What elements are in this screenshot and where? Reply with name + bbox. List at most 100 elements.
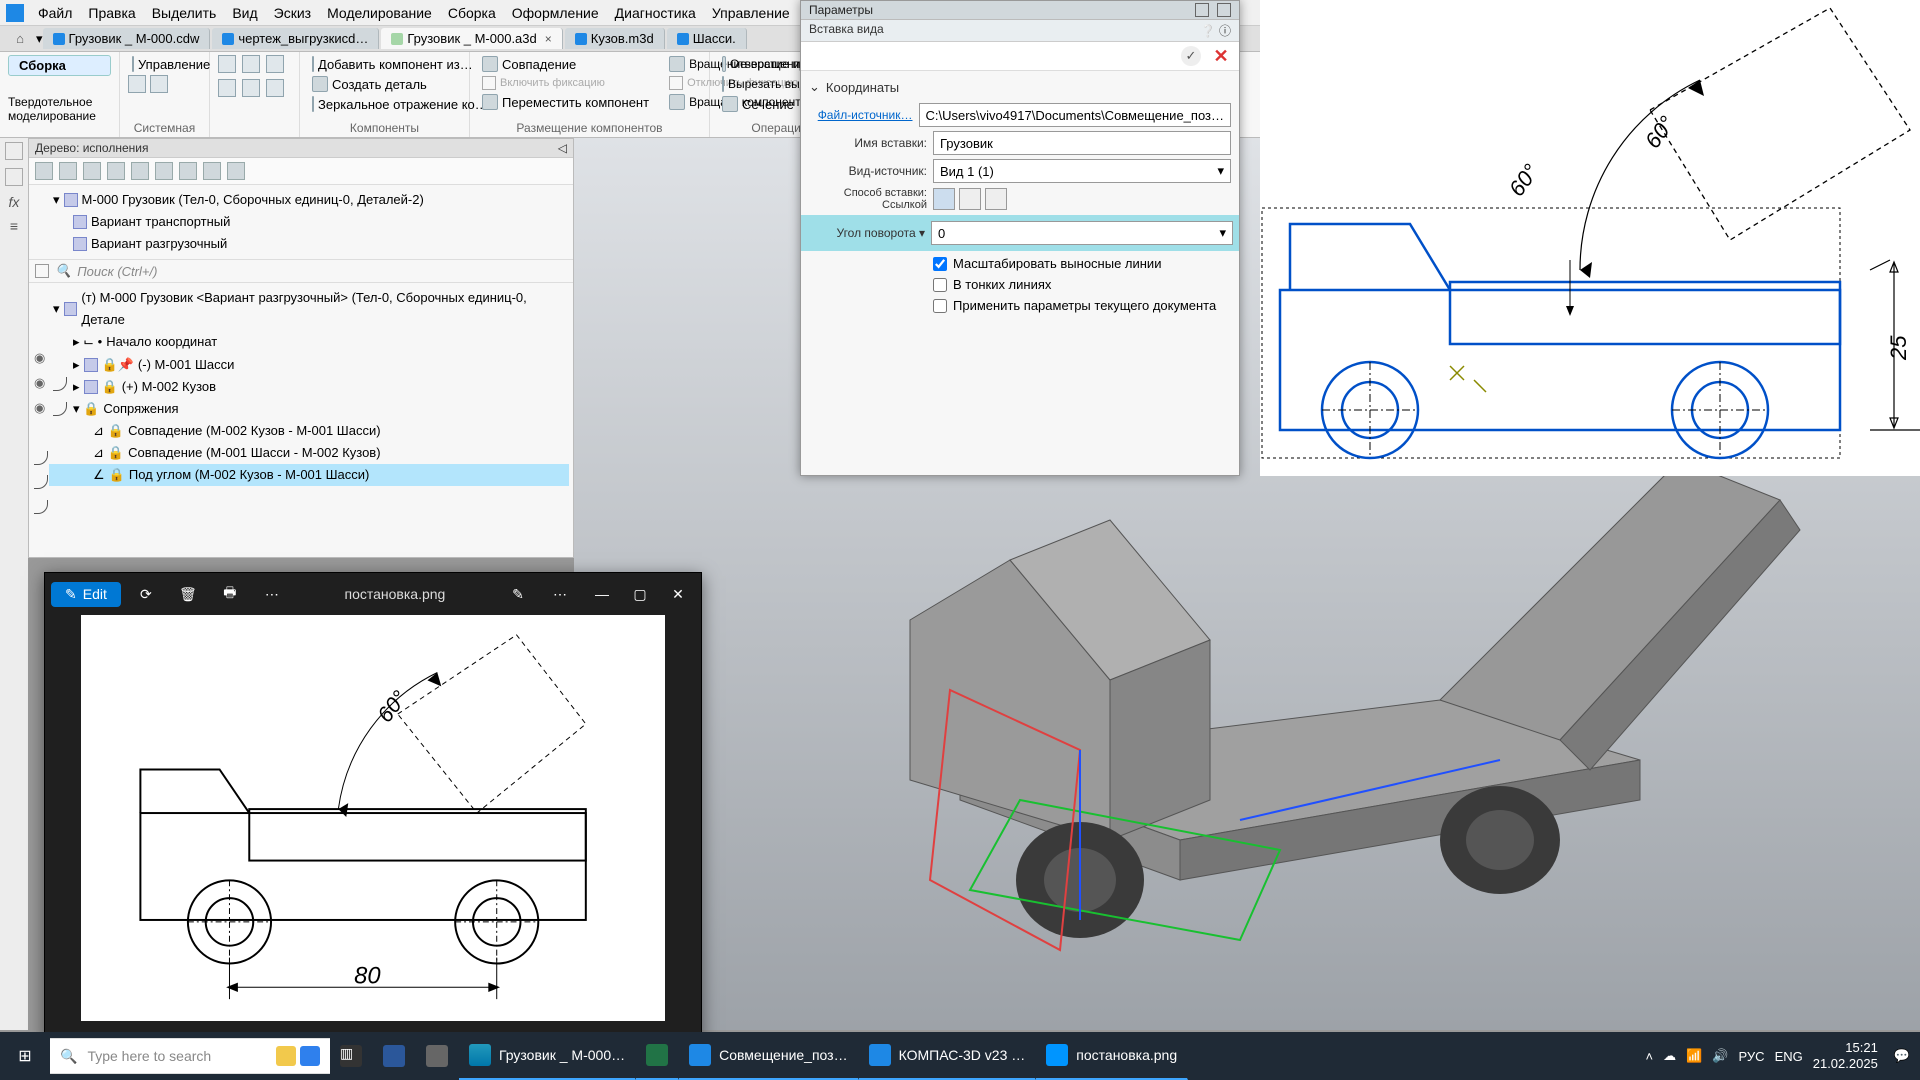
show-icon-1[interactable]: ◉ <box>34 375 67 391</box>
tree-tool-1[interactable] <box>35 162 53 180</box>
maximize-icon[interactable]: ▢ <box>623 586 657 603</box>
menu-sketch[interactable]: Эскиз <box>266 3 319 23</box>
params-gear-icon[interactable] <box>1195 3 1209 17</box>
excel-button[interactable] <box>636 1032 679 1080</box>
mate-3[interactable]: ∠🔒 Под углом (М-002 Кузов - М-001 Шасси) <box>49 464 569 486</box>
kompas-button-1[interactable]: Совмещение_поз… <box>679 1032 859 1080</box>
comp-icon-6[interactable] <box>266 79 284 97</box>
doc-tab-0[interactable]: Грузовик _ М-000.cdw <box>43 28 211 49</box>
tree-tool-5[interactable] <box>131 162 149 180</box>
menu-modeling[interactable]: Моделирование <box>319 3 440 23</box>
mirror-button[interactable]: Зеркальное отражение ко… <box>308 95 461 113</box>
help-icon[interactable]: ❔ <box>1201 24 1216 38</box>
part-1-node[interactable]: ▸ 🔒📌(-) М-001 Шасси <box>49 354 569 376</box>
tray-cloud-icon[interactable]: ☁ <box>1663 1048 1676 1064</box>
tree-tool-9[interactable] <box>227 162 245 180</box>
tray-volume-icon[interactable]: 🔊 <box>1712 1048 1728 1064</box>
taskbar-search[interactable]: 🔍 Type here to search <box>50 1038 330 1074</box>
rotate-icon[interactable]: ⟳ <box>129 577 163 611</box>
comp-icon-5[interactable] <box>242 79 260 97</box>
tree-tool-8[interactable] <box>203 162 221 180</box>
mate-1[interactable]: ⊿🔒 Совпадение (М-002 Кузов - М-001 Шасси… <box>49 420 569 442</box>
tree-variant-2[interactable]: Вариант разгрузочный <box>49 233 569 255</box>
comp-icon-3[interactable] <box>266 55 284 73</box>
rot-field[interactable]: 0▾ <box>931 221 1233 245</box>
doc-tab-4[interactable]: Шасси. <box>667 28 747 49</box>
tree-root[interactable]: ▾ М-000 Грузовик (Тел-0, Сборочных едини… <box>49 189 569 211</box>
add-component-button[interactable]: Добавить компонент из… <box>308 55 461 73</box>
edge-button[interactable]: Грузовик _ М-000… <box>459 1032 636 1080</box>
task-view-button[interactable]: ▥ <box>330 1032 373 1080</box>
move-button[interactable]: Переместить компонент <box>478 93 653 111</box>
rel-e-1[interactable] <box>34 449 67 465</box>
eye-icon[interactable]: ◉ <box>34 350 67 366</box>
start-button[interactable]: ⊞ <box>0 1046 50 1066</box>
kompas-button-2[interactable]: КОМПАС-3D v23 … <box>859 1032 1037 1080</box>
ribbon-tab-assembly[interactable]: Сборка <box>8 55 111 76</box>
fx-icon[interactable]: fx <box>9 194 20 210</box>
home-button[interactable]: ⌂ <box>10 29 30 49</box>
file-src-field[interactable]: C:\Users\vivo4917\Documents\Совмещение_п… <box>919 103 1232 127</box>
rel-e-3[interactable] <box>34 498 67 514</box>
tree-tool-6[interactable] <box>155 162 173 180</box>
cb-thin-lines[interactable] <box>933 278 947 292</box>
tree-tool-3[interactable] <box>83 162 101 180</box>
tray-wifi-icon[interactable]: 📶 <box>1686 1048 1702 1064</box>
mates-node[interactable]: ▾ 🔒Сопряжения <box>49 398 569 420</box>
settings-button[interactable] <box>416 1032 459 1080</box>
menu-edit[interactable]: Правка <box>80 3 143 23</box>
sys-icon-2[interactable] <box>150 75 168 93</box>
cancel-button[interactable]: ✕ <box>1211 46 1231 66</box>
srcview-select[interactable]: Вид 1 (1)▾ <box>933 159 1231 183</box>
sys-icon-1[interactable] <box>128 75 146 93</box>
tree-tool-4[interactable] <box>107 162 125 180</box>
ins-name-field[interactable]: Грузовик <box>933 131 1231 155</box>
more-icon-2[interactable]: ⋯ <box>543 577 577 611</box>
edit-button[interactable]: ✎Edit <box>51 582 121 607</box>
show-icon-2[interactable]: ◉ <box>34 400 67 416</box>
part-2-node[interactable]: ▸ 🔒(+) М-002 Кузов <box>49 376 569 398</box>
doc-tab-2[interactable]: Грузовик _ М-000.a3d× <box>381 28 562 49</box>
photos-button[interactable]: постановка.png <box>1036 1032 1188 1080</box>
file-src-label[interactable]: Файл-источник… <box>809 108 913 122</box>
word-button[interactable] <box>373 1032 416 1080</box>
tree-variant-1[interactable]: Вариант транспортный <box>49 211 569 233</box>
clock[interactable]: 15:2121.02.2025 <box>1813 1040 1884 1071</box>
info-icon[interactable]: ⓘ <box>1219 24 1231 38</box>
ins-mode-2[interactable] <box>959 188 981 210</box>
manage-button[interactable]: Управление <box>128 55 201 73</box>
minimize-icon[interactable]: — <box>585 586 619 603</box>
cb-apply-doc-params[interactable] <box>933 299 947 313</box>
tree-search[interactable]: 🔍 Поиск (Ctrl+/) <box>29 259 573 283</box>
mate-2[interactable]: ⊿🔒 Совпадение (М-001 Шасси - М-002 Кузов… <box>49 442 569 464</box>
menu-assembly[interactable]: Сборка <box>440 3 504 23</box>
tree-tool-2[interactable] <box>59 162 77 180</box>
menu-view[interactable]: Вид <box>224 3 265 23</box>
coincidence-button[interactable]: Совпадение <box>478 55 653 73</box>
menu-diagnostics[interactable]: Диагностика <box>607 3 704 23</box>
menu-file[interactable]: Файл <box>30 3 80 23</box>
tree-collapse-icon[interactable]: ◁ <box>558 141 567 155</box>
tray-lang-1[interactable]: РУС <box>1739 1049 1765 1064</box>
incl-fix-button[interactable]: Включить фиксацию <box>478 75 653 91</box>
close-tab-icon[interactable]: × <box>545 32 552 46</box>
comp-icon-1[interactable] <box>218 55 236 73</box>
edit-small-icon[interactable]: ✎ <box>501 577 535 611</box>
tree-tool-7[interactable] <box>179 162 197 180</box>
cb-scale-lines[interactable] <box>933 257 947 271</box>
doc-tab-3[interactable]: Кузов.m3d <box>565 28 665 49</box>
home-drop[interactable]: ▾ <box>36 31 43 47</box>
menu-select[interactable]: Выделить <box>144 3 225 23</box>
cfg-root[interactable]: ▾ (т) М-000 Грузовик <Вариант разгрузочн… <box>49 287 569 331</box>
tray-chevron-icon[interactable]: ˄ <box>1646 1049 1654 1064</box>
comp-icon-4[interactable] <box>218 79 236 97</box>
menu-design[interactable]: Оформление <box>504 3 607 23</box>
ins-mode-1[interactable] <box>933 188 955 210</box>
delete-icon[interactable]: 🗑 <box>171 577 205 611</box>
tray-lang-2[interactable]: ENG <box>1775 1049 1803 1064</box>
solid-modeling-button[interactable]: Твердотельное моделирование <box>8 95 111 123</box>
menu-control[interactable]: Управление <box>704 3 798 23</box>
comp-icon-2[interactable] <box>242 55 260 73</box>
apply-button[interactable]: ✓ <box>1181 46 1201 66</box>
rel-e-2[interactable] <box>34 474 67 490</box>
